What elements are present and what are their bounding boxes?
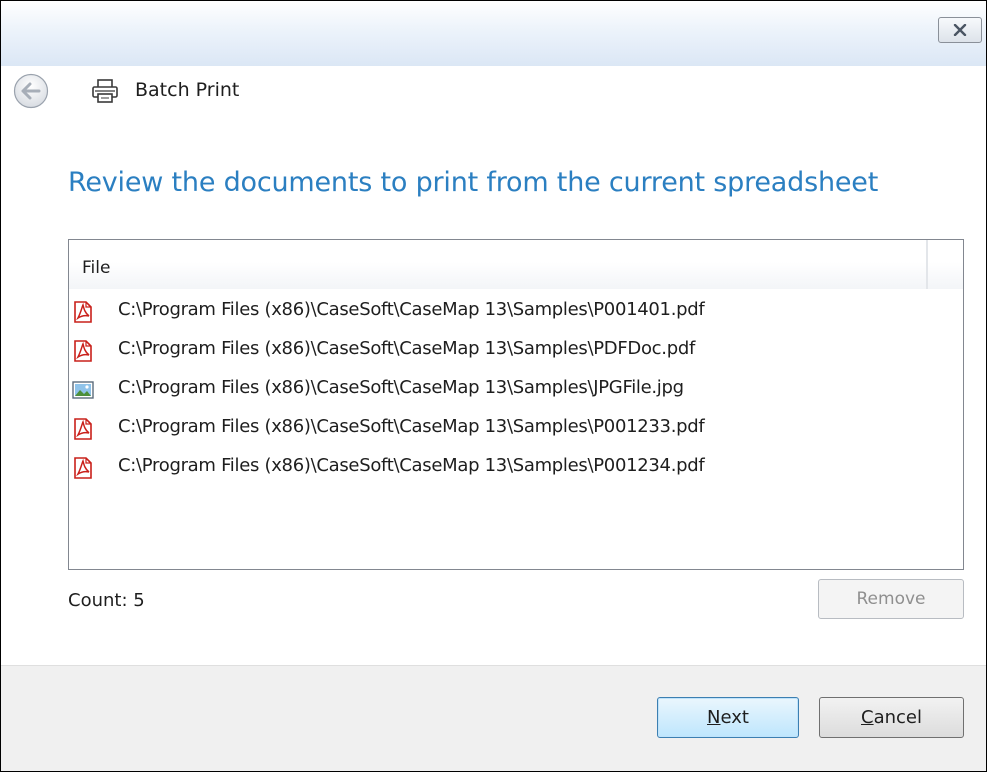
file-path: C:\Program Files (x86)\CaseSoft\CaseMap … bbox=[118, 455, 705, 476]
printer-icon bbox=[92, 79, 118, 103]
next-access-key: N bbox=[707, 707, 721, 728]
list-item[interactable]: C:\Program Files (x86)\CaseSoft\CaseMap … bbox=[69, 408, 963, 447]
next-button[interactable]: Next bbox=[657, 697, 799, 738]
title-bar bbox=[1, 1, 986, 66]
dialog-title: Batch Print bbox=[135, 79, 240, 101]
cancel-access-key: C bbox=[861, 707, 874, 728]
back-arrow-icon[interactable] bbox=[13, 73, 49, 109]
column-divider[interactable] bbox=[926, 240, 928, 289]
pdf-icon bbox=[74, 301, 92, 323]
close-icon bbox=[953, 24, 967, 36]
batch-print-dialog: Batch Print Review the documents to prin… bbox=[0, 0, 987, 772]
cancel-button[interactable]: Cancel bbox=[819, 697, 964, 738]
column-header-file[interactable]: File bbox=[69, 240, 963, 289]
list-item[interactable]: C:\Program Files (x86)\CaseSoft\CaseMap … bbox=[69, 291, 963, 330]
remove-button[interactable]: Remove bbox=[818, 579, 964, 619]
file-path: C:\Program Files (x86)\CaseSoft\CaseMap … bbox=[118, 299, 705, 320]
file-rows: C:\Program Files (x86)\CaseSoft\CaseMap … bbox=[69, 291, 963, 486]
column-header-label: File bbox=[82, 258, 111, 278]
file-path: C:\Program Files (x86)\CaseSoft\CaseMap … bbox=[118, 377, 684, 398]
file-list[interactable]: File C:\Program Files (x86)\CaseSoft\Cas… bbox=[68, 239, 964, 570]
page-heading: Review the documents to print from the c… bbox=[68, 167, 879, 198]
cancel-label-rest: ancel bbox=[873, 707, 922, 728]
image-file-icon bbox=[72, 381, 94, 399]
footer-bar: Next Cancel bbox=[1, 665, 986, 771]
pdf-icon bbox=[74, 457, 92, 479]
count-label: Count: 5 bbox=[68, 590, 145, 611]
pdf-icon bbox=[74, 418, 92, 440]
file-path: C:\Program Files (x86)\CaseSoft\CaseMap … bbox=[118, 338, 695, 359]
pdf-icon bbox=[74, 340, 92, 362]
file-path: C:\Program Files (x86)\CaseSoft\CaseMap … bbox=[118, 416, 705, 437]
next-label-rest: ext bbox=[720, 707, 749, 728]
list-item[interactable]: C:\Program Files (x86)\CaseSoft\CaseMap … bbox=[69, 447, 963, 486]
header-row: Batch Print bbox=[1, 66, 986, 118]
list-item[interactable]: C:\Program Files (x86)\CaseSoft\CaseMap … bbox=[69, 369, 963, 408]
list-item[interactable]: C:\Program Files (x86)\CaseSoft\CaseMap … bbox=[69, 330, 963, 369]
close-button[interactable] bbox=[938, 17, 982, 43]
